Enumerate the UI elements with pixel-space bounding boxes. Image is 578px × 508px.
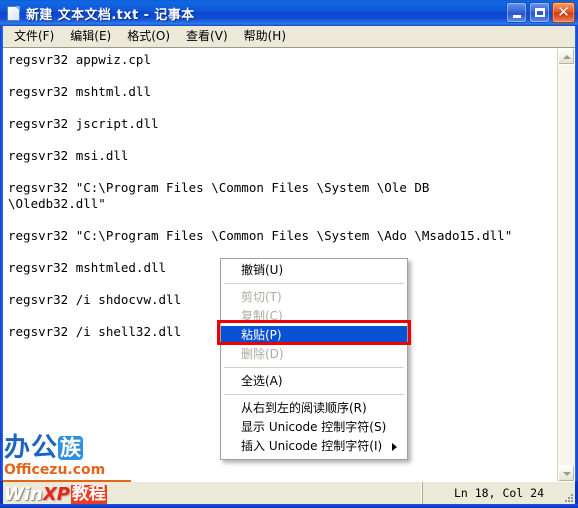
watermark-winxp: Win XP 教程 <box>4 484 107 505</box>
context-menu-item-label: 插入 Unicode 控制字符(I) <box>241 439 383 453</box>
close-button[interactable]: ✕ <box>552 2 575 23</box>
minimize-icon <box>512 14 521 18</box>
resize-grip[interactable] <box>561 490 573 502</box>
menu-bar: 文件(F) 编辑(E) 格式(O) 查看(V) 帮助(H) <box>3 26 575 47</box>
text-line <box>8 68 553 84</box>
notepad-document-icon <box>5 5 21 21</box>
vertical-scrollbar[interactable] <box>557 48 575 481</box>
watermark-xp-text: XP <box>42 484 70 505</box>
scroll-up-arrow-icon <box>562 54 571 59</box>
text-line <box>8 100 553 116</box>
text-line: regsvr32 msi.dll <box>8 148 129 163</box>
text-line: regsvr32 jscript.dll <box>8 116 159 131</box>
text-line: regsvr32 mshtml.dll <box>8 84 151 99</box>
context-menu-item-undo[interactable]: 撤销(U) <box>221 261 407 280</box>
notepad-screenshot: 新建 文本文档.txt - 记事本 ✕ 文件(F) 编辑(E) 格式(O) 查看… <box>0 0 578 508</box>
window-title-bar[interactable]: 新建 文本文档.txt - 记事本 ✕ <box>0 0 578 26</box>
watermark-divider <box>3 480 131 482</box>
text-line: \Oledb32.dll" <box>8 196 106 211</box>
scroll-up-button[interactable] <box>558 48 575 65</box>
text-line: regsvr32 "C:\Program Files \Common Files… <box>8 180 430 195</box>
context-menu-separator <box>224 367 404 369</box>
close-icon: ✕ <box>557 3 570 21</box>
watermark-char-ban: 办 <box>4 433 31 463</box>
text-line <box>8 164 553 180</box>
text-line <box>8 212 553 228</box>
context-menu-item-cut: 剪切(T) <box>241 290 282 304</box>
window-title: 新建 文本文档.txt - 记事本 <box>26 7 195 23</box>
menu-edit[interactable]: 编辑(E) <box>62 25 119 47</box>
menu-file[interactable]: 文件(F) <box>6 25 62 47</box>
context-menu-item-copy: 复制(C) <box>241 309 283 323</box>
scroll-down-arrow-icon <box>562 471 571 476</box>
text-line: regsvr32 appwiz.cpl <box>8 52 151 67</box>
context-menu: 撤销(U) 剪切(T) 复制(C) 粘贴(P) 删除(D) 全选(A) 从右到左… <box>220 258 408 460</box>
watermark-jiaocheng-text: 教程 <box>70 484 107 505</box>
context-menu-separator <box>224 283 404 285</box>
watermark-char-gong: 公 <box>31 433 58 463</box>
menu-format[interactable]: 格式(O) <box>119 25 178 47</box>
maximize-icon <box>534 8 545 17</box>
cursor-position-text: Ln 18, Col 24 <box>453 486 544 500</box>
menu-help[interactable]: 帮助(H) <box>236 25 294 47</box>
menu-view[interactable]: 查看(V) <box>178 25 236 47</box>
context-menu-item-show-unicode-control-chars[interactable]: 显示 Unicode 控制字符(S) <box>221 418 407 437</box>
scroll-down-button[interactable] <box>558 465 575 481</box>
notepad-window: 新建 文本文档.txt - 记事本 ✕ 文件(F) 编辑(E) 格式(O) 查看… <box>0 0 578 508</box>
context-menu-item-select-all[interactable]: 全选(A) <box>221 372 407 391</box>
watermark-officezu-chinese: 办 公 族 <box>4 435 126 461</box>
context-menu-item-insert-unicode-control-char[interactable]: 插入 Unicode 控制字符(I) <box>221 437 407 456</box>
context-menu-separator <box>224 394 404 396</box>
maximize-button[interactable] <box>529 2 550 23</box>
text-line: regsvr32 "C:\Program Files \Common Files… <box>8 228 513 243</box>
text-line <box>8 132 553 148</box>
window-frame-left <box>0 26 3 481</box>
watermark-officezu-url: Officezu.com <box>4 462 106 478</box>
window-controls: ✕ <box>506 2 575 23</box>
chevron-right-icon <box>392 443 397 451</box>
scrollbar-track[interactable] <box>558 65 575 465</box>
watermark-officezu: 办 公 族 Officezu.com <box>4 435 126 478</box>
watermark-char-zu: 族 <box>58 435 84 461</box>
watermark-win-text: Win <box>4 484 43 505</box>
context-menu-item-delete: 删除(D) <box>241 347 284 361</box>
minimize-button[interactable] <box>506 2 527 23</box>
context-menu-item-rtl-reading-order[interactable]: 从右到左的阅读顺序(R) <box>221 399 407 418</box>
context-menu-item-paste[interactable]: 粘贴(P) <box>221 326 407 345</box>
status-bar-position-panel: Ln 18, Col 24 <box>423 482 575 504</box>
